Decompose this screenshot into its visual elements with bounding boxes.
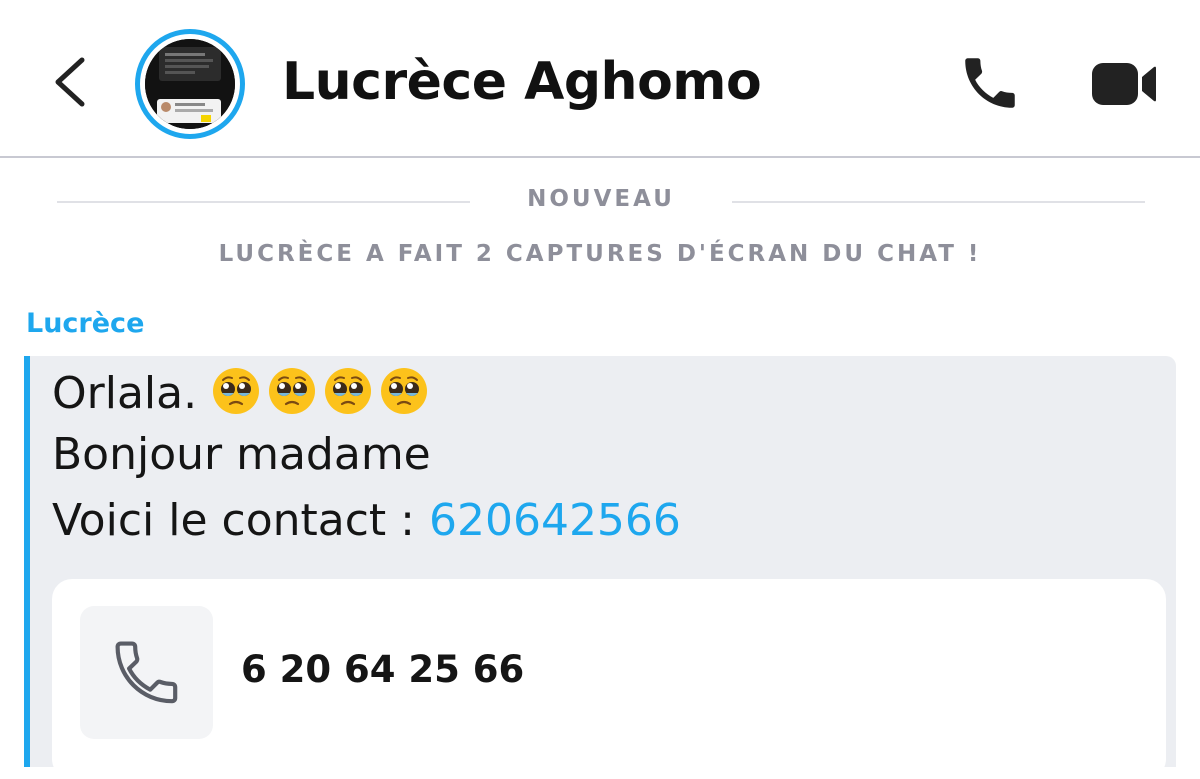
- phone-icon: [115, 641, 178, 704]
- emoji-row: [211, 368, 435, 419]
- pleading-face-emoji: [381, 368, 428, 414]
- message-text-1: Orlala.: [52, 368, 198, 419]
- message-line-1: Orlala.: [52, 366, 435, 421]
- contact-card-icon-box: [80, 606, 213, 739]
- back-button[interactable]: [46, 50, 96, 114]
- contact-card[interactable]: 6 20 64 25 66: [52, 579, 1166, 779]
- screenshot-notice: LUCRÈCE A FAIT 2 CAPTURES D'ÉCRAN DU CHA…: [218, 241, 982, 267]
- avatar-image: [145, 39, 235, 129]
- message-line-2: Bonjour madame: [52, 429, 431, 480]
- contact-card-number[interactable]: 6 20 64 25 66: [241, 648, 524, 691]
- phone-icon: [965, 58, 1015, 108]
- avatar[interactable]: [135, 29, 245, 139]
- chevron-left-icon: [55, 57, 85, 107]
- phone-number-link[interactable]: 620642566: [429, 495, 681, 546]
- message-text-3: Voici le contact :: [52, 495, 429, 546]
- contact-name[interactable]: Lucrèce Aghomo: [282, 50, 762, 114]
- video-camera-icon: [1092, 63, 1156, 105]
- sender-name: Lucrèce: [26, 308, 145, 339]
- divider-line-right: [732, 201, 1145, 203]
- message-line-3: Voici le contact : 620642566: [52, 494, 681, 548]
- pleading-face-emoji: [269, 368, 316, 414]
- voice-call-button[interactable]: [955, 50, 1025, 116]
- chat-header: Lucrèce Aghomo: [0, 0, 1200, 158]
- new-messages-divider: NOUVEAU: [527, 186, 675, 212]
- divider-line-left: [57, 201, 470, 203]
- video-call-button[interactable]: [1088, 57, 1160, 111]
- pleading-face-emoji: [325, 368, 372, 414]
- pleading-face-emoji: [213, 368, 260, 414]
